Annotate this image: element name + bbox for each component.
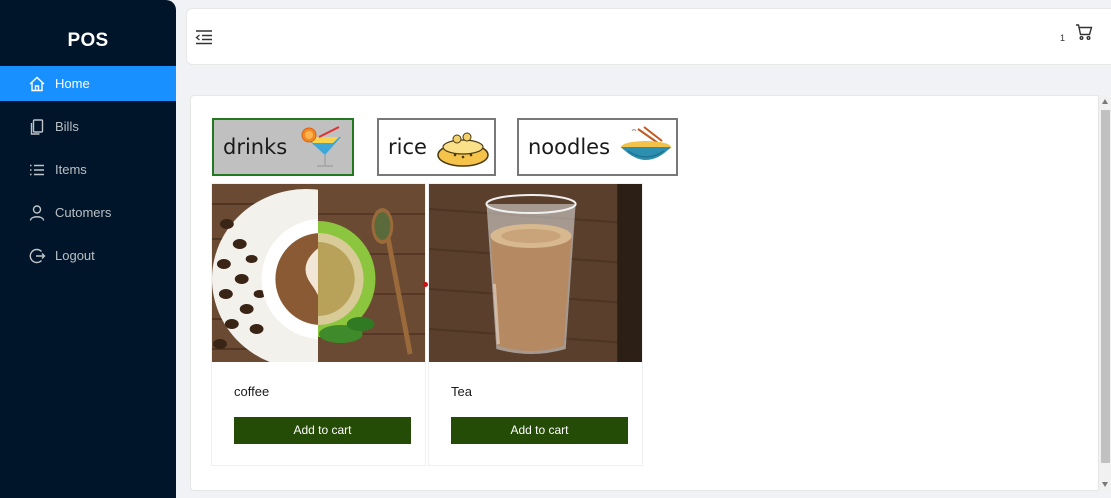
item-name: coffee: [234, 384, 270, 399]
app-logo: POS: [67, 30, 109, 51]
sidebar-item-label: Items: [55, 162, 87, 177]
item-card-coffee: coffee Add to cart: [211, 183, 426, 466]
noodle-bowl-icon: [621, 126, 672, 160]
item-card-tea: Tea Add to cart: [428, 183, 643, 466]
category-label: noodles: [528, 135, 611, 159]
rice-pot-icon: [437, 132, 489, 167]
home-icon: [28, 75, 46, 93]
coffee-image: [212, 184, 425, 362]
sidebar-item-label: Bills: [55, 119, 79, 134]
logout-icon: [28, 247, 46, 265]
category-drinks[interactable]: drinks: [212, 118, 354, 176]
add-to-cart-button[interactable]: Add to cart: [451, 417, 628, 444]
sidebar: POS Home Bills Items Cutomers Logout: [0, 0, 176, 498]
list-icon: [28, 161, 46, 179]
scroll-down-arrow-icon[interactable]: [1102, 482, 1108, 487]
tea-image: [429, 184, 642, 362]
cocktail-icon: [301, 126, 342, 167]
user-icon: [28, 204, 46, 222]
sidebar-item-items[interactable]: Items: [0, 152, 176, 187]
sidebar-item-customers[interactable]: Cutomers: [0, 195, 176, 230]
sidebar-item-home[interactable]: Home: [0, 66, 176, 101]
category-noodles[interactable]: noodles: [517, 118, 678, 176]
sidebar-item-label: Home: [55, 76, 90, 91]
category-label: drinks: [223, 135, 288, 159]
category-rice[interactable]: rice: [377, 118, 496, 176]
scrollbar-thumb[interactable]: [1101, 110, 1110, 463]
header-bar: 1: [186, 8, 1111, 65]
sidebar-item-bills[interactable]: Bills: [0, 109, 176, 144]
category-label: rice: [388, 135, 427, 159]
add-to-cart-button[interactable]: Add to cart: [234, 417, 411, 444]
sidebar-item-label: Logout: [55, 248, 95, 263]
item-name: Tea: [451, 384, 472, 399]
copy-icon: [28, 118, 46, 136]
menu-fold-icon[interactable]: [194, 28, 214, 46]
scroll-up-arrow-icon[interactable]: [1102, 99, 1108, 104]
sidebar-item-label: Cutomers: [55, 205, 112, 220]
content-panel: drinks rice noodles coffee Add to cart T…: [190, 95, 1099, 491]
cart-count: 1: [1059, 33, 1065, 43]
sidebar-item-logout[interactable]: Logout: [0, 238, 176, 273]
shopping-cart-icon[interactable]: [1075, 23, 1093, 41]
cursor-dot: [423, 282, 428, 287]
